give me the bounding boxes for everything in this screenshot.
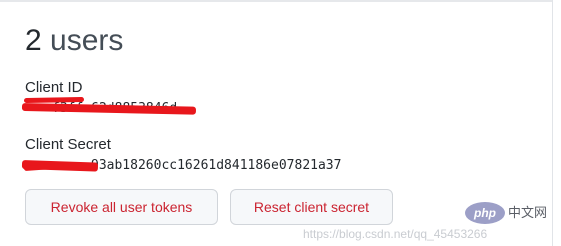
watermark-url: https://blog.csdn.net/qq_45453266 bbox=[303, 227, 488, 241]
revoke-all-user-tokens-button[interactable]: Revoke all user tokens bbox=[25, 189, 218, 225]
reset-client-secret-button[interactable]: Reset client secret bbox=[230, 189, 393, 225]
panel-top-border bbox=[0, 0, 552, 2]
php-logo-caption: 中文网 bbox=[508, 205, 548, 220]
php-logo-icon: php bbox=[465, 202, 505, 224]
users-count-label: users bbox=[50, 24, 124, 57]
client-id-redaction-mark-top bbox=[23, 96, 85, 103]
users-count-number: 2 bbox=[25, 24, 42, 57]
oauth-app-panel: 2 users Client ID f3ffc62d8853846d Clien… bbox=[0, 0, 561, 246]
users-count-heading: 2 users bbox=[25, 22, 123, 60]
client-secret-label: Client Secret bbox=[25, 136, 111, 153]
client-id-label: Client ID bbox=[25, 79, 83, 96]
panel-right-border bbox=[552, 0, 553, 246]
client-secret-value: 93ab18260cc16261d841186e07821a37 bbox=[91, 158, 342, 173]
